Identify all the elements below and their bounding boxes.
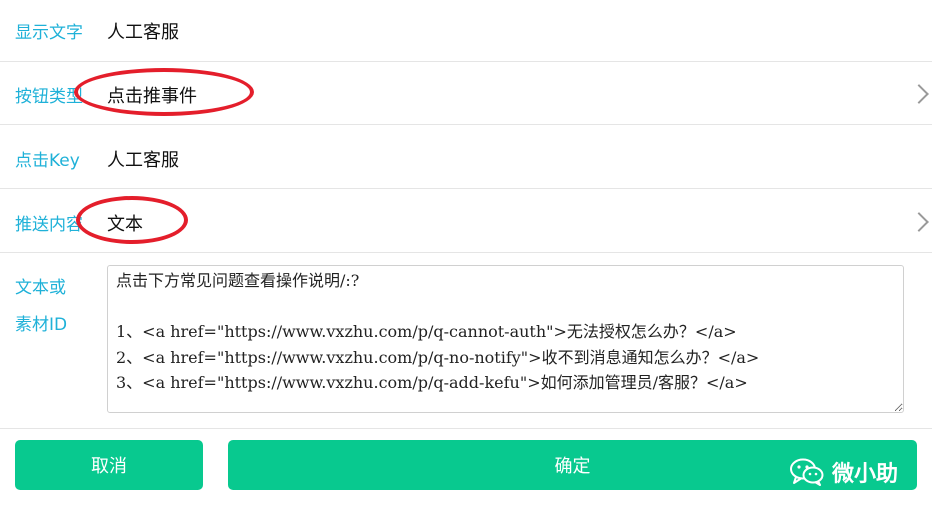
cancel-button[interactable]: 取消 <box>15 440 203 490</box>
button-type-label: 按钮类型 <box>15 87 83 107</box>
button-type-row[interactable]: 按钮类型 点击推事件 <box>0 62 932 125</box>
watermark-text: 微小助 <box>832 462 899 487</box>
push-content-label: 推送内容 <box>15 215 83 235</box>
push-content-value[interactable]: 文本 <box>107 210 143 236</box>
display-text-row: 显示文字 人工客服 <box>0 0 932 62</box>
display-text-value[interactable]: 人工客服 <box>107 18 179 44</box>
text-material-label-line2: 素材ID <box>15 315 68 335</box>
click-key-label: 点击Key <box>15 151 80 171</box>
push-content-row[interactable]: 推送内容 文本 <box>0 189 932 253</box>
click-key-value[interactable]: 人工客服 <box>107 146 179 172</box>
text-material-textarea[interactable]: 点击下方常见问题查看操作说明/:? 1、<a href="https://www… <box>107 265 904 413</box>
display-text-label: 显示文字 <box>15 23 83 43</box>
wechat-icon <box>790 458 824 486</box>
chevron-right-icon[interactable] <box>909 212 929 232</box>
text-material-label-line1: 文本或 <box>15 278 66 298</box>
watermark: 微小助 <box>790 456 898 488</box>
chevron-right-icon[interactable] <box>909 84 929 104</box>
button-type-value[interactable]: 点击推事件 <box>107 82 197 108</box>
click-key-row: 点击Key 人工客服 <box>0 125 932 189</box>
